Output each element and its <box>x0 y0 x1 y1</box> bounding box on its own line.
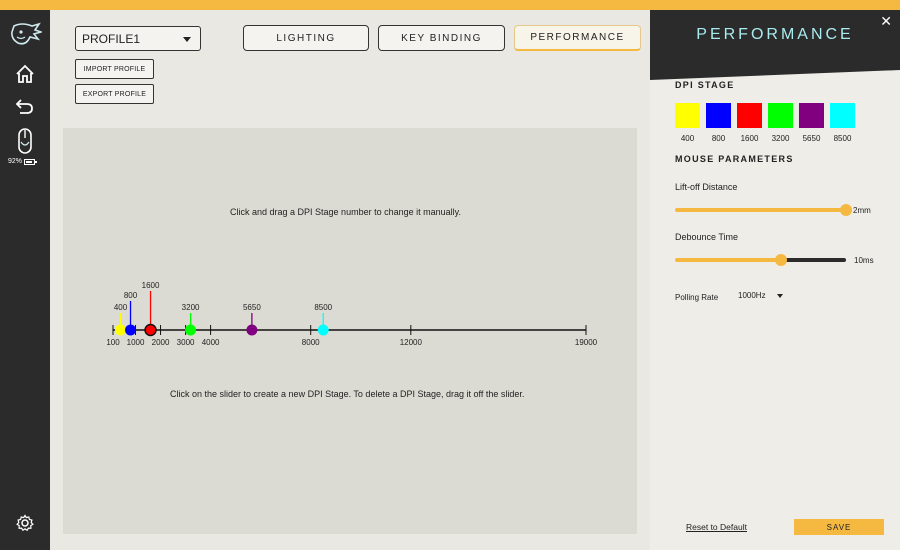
dpi-stage-handle[interactable] <box>144 323 157 337</box>
close-icon[interactable]: ✕ <box>880 13 892 30</box>
logo-icon[interactable] <box>0 22 50 48</box>
dpi-stage-label: 1600 <box>142 281 160 290</box>
dpi-swatch-5650[interactable] <box>799 103 824 128</box>
dpi-tick-label: 1000 <box>127 338 145 347</box>
dpi-stage-handle[interactable] <box>185 324 197 336</box>
debounce-value: 10ms <box>854 256 874 265</box>
dpi-swatch-label: 8500 <box>833 134 852 143</box>
liftoff-label: Lift-off Distance <box>675 182 738 192</box>
dpi-slider[interactable]: 100 1000 2000 3000 4000 8000 12000 19000 400 800 1… <box>63 128 637 534</box>
dpi-stage-handle[interactable] <box>246 324 258 336</box>
dpi-stage-label: 400 <box>114 303 128 312</box>
liftoff-value: 2mm <box>853 206 871 215</box>
export-profile-button[interactable]: EXPORT PROFILE <box>75 84 154 104</box>
dpi-tick-label: 4000 <box>202 338 220 347</box>
left-rail: 92% <box>0 10 50 550</box>
save-button[interactable]: SAVE <box>794 519 884 535</box>
dpi-tick-label: 19000 <box>575 338 598 347</box>
dpi-stage-label: 5650 <box>243 303 261 312</box>
battery-level <box>26 160 33 163</box>
dpi-tick-label: 100 <box>106 338 120 347</box>
chevron-down-icon <box>183 37 191 42</box>
dpi-stage-handle[interactable] <box>317 324 329 336</box>
tab-lighting[interactable]: LIGHTING <box>243 25 369 51</box>
reset-default-link[interactable]: Reset to Default <box>686 522 747 532</box>
dpi-stage-label: 3200 <box>182 303 200 312</box>
debounce-slider[interactable] <box>675 254 846 266</box>
tab-performance[interactable]: PERFORMANCE <box>514 25 641 51</box>
dpi-tick-label: 8000 <box>302 338 320 347</box>
mouse-parameters-heading: MOUSE PARAMETERS <box>675 154 794 164</box>
profile-select-value: PROFILE1 <box>82 31 141 46</box>
performance-panel-header: PERFORMANCE ✕ <box>650 10 900 70</box>
dpi-stage-handle[interactable] <box>115 324 127 336</box>
polling-rate-select[interactable]: 1000Hz <box>738 291 783 300</box>
dpi-swatch-label: 400 <box>680 134 695 143</box>
import-profile-button[interactable]: IMPORT PROFILE <box>75 59 154 79</box>
dpi-swatch-label: 1600 <box>740 134 759 143</box>
dpi-swatch-label: 3200 <box>771 134 790 143</box>
dpi-swatch-800[interactable] <box>706 103 731 128</box>
dpi-stage-heading: DPI STAGE <box>675 80 735 90</box>
dpi-swatch-3200[interactable] <box>768 103 793 128</box>
profile-select[interactable]: PROFILE1 <box>75 26 201 51</box>
polling-rate-label: Polling Rate <box>675 293 719 302</box>
header-wedge <box>650 70 900 80</box>
back-icon[interactable] <box>0 96 50 116</box>
home-icon[interactable] <box>0 64 50 84</box>
dpi-tick-label: 12000 <box>400 338 423 347</box>
debounce-label: Debounce Time <box>675 232 739 242</box>
battery-icon <box>24 158 38 165</box>
dpi-swatch-label: 5650 <box>802 134 821 143</box>
liftoff-slider-thumb[interactable] <box>840 204 852 216</box>
battery-percent: 92% <box>8 158 23 165</box>
polling-rate-value: 1000Hz <box>738 291 766 300</box>
dpi-stage-label: 8500 <box>314 303 332 312</box>
dpi-tick-label: 3000 <box>177 338 195 347</box>
dpi-tick-label: 2000 <box>152 338 170 347</box>
performance-title: PERFORMANCE <box>696 26 854 43</box>
dpi-swatch-400[interactable] <box>675 103 700 128</box>
dpi-swatch-1600[interactable] <box>737 103 762 128</box>
debounce-slider-thumb[interactable] <box>775 254 787 266</box>
performance-panel: PERFORMANCE ✕ DPI STAGE 400 800 1600 320… <box>650 10 900 550</box>
top-accent-bar <box>0 0 900 10</box>
dpi-swatch-label: 800 <box>711 134 726 143</box>
liftoff-slider[interactable] <box>675 204 852 216</box>
dpi-stage-label: 800 <box>124 291 138 300</box>
chevron-down-icon <box>776 293 783 298</box>
dpi-stage-handle[interactable] <box>125 324 137 336</box>
dpi-panel: Click and drag a DPI Stage number to cha… <box>63 128 637 534</box>
tab-key-binding[interactable]: KEY BINDING <box>378 25 505 51</box>
battery-indicator: 92% <box>8 158 38 165</box>
settings-icon[interactable] <box>0 514 50 532</box>
mouse-icon[interactable] <box>0 128 50 154</box>
dpi-hint-create: Click on the slider to create a new DPI … <box>170 389 525 399</box>
dpi-swatch-8500[interactable] <box>830 103 855 128</box>
